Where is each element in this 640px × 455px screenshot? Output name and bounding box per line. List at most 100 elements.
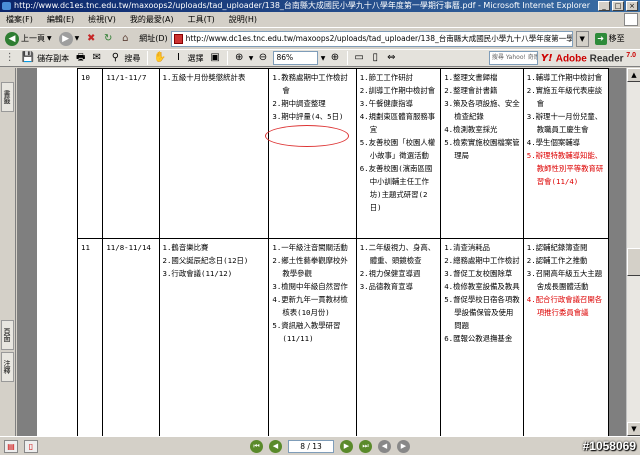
menu-tools[interactable]: 工具(T) — [188, 14, 215, 25]
refresh-icon[interactable]: ↻ — [101, 32, 115, 46]
menu-file[interactable]: 檔案(F) — [6, 14, 33, 25]
page-layout-icon[interactable]: ▤ — [4, 439, 18, 453]
academic-affairs-cell: 1.教務處期中工作檢討會 2.期中調查整理 3.期中評量(4、5日) — [268, 68, 357, 239]
menu-view[interactable]: 檢視(V) — [88, 14, 116, 25]
fit-width-icon[interactable]: ⇔ — [385, 51, 398, 65]
academic-affairs-cell: 1.一年級注音闖關活動 2.鄉土性藝拳觀摩校外教學參觀 3.檢閱中年級自然習作 … — [268, 238, 357, 436]
snapshot-icon[interactable]: ▣ — [209, 51, 222, 65]
hand-tool-icon[interactable]: ✋ — [153, 51, 166, 65]
general-services-cell: 1.清查消耗品 2.總務處期中工作檢討 3.督促工友校園除草 4.檢修教室設備及… — [440, 238, 524, 436]
close-button[interactable]: × — [626, 1, 638, 11]
zoom-input[interactable]: 86% — [272, 51, 318, 65]
back-label: 上一頁 — [21, 34, 45, 43]
scroll-up-icon[interactable]: ▲ — [627, 68, 640, 82]
windows-logo-icon — [624, 13, 638, 26]
zoom-out-icon[interactable]: ⊖ — [256, 51, 269, 65]
home-icon[interactable]: ⌂ — [118, 32, 132, 46]
list-item: 2.期中調查整理 — [272, 99, 326, 108]
zoom-tool-dropdown-icon[interactable]: ▼ — [249, 55, 254, 62]
print-icon[interactable]: 🖶 — [74, 51, 87, 65]
pdf-page: 10 11/1-11/7 1.五級十月份獎懲統計表 1.教務處期中工作檢討會 2… — [37, 68, 610, 436]
back-arrow-icon: ◀ — [5, 31, 19, 46]
next-view-icon[interactable]: ▶ — [397, 439, 410, 453]
counseling-cell: 1.輔導工作期中檢討會 2.實施五年級代表座談會 3.辦理十一月份兒童、教職員工… — [522, 68, 610, 239]
zoom-in-icon[interactable]: ⊕ — [328, 51, 341, 65]
list-item: 3.期中評量(4、5日) — [272, 112, 344, 121]
back-button[interactable]: ◀ 上一頁 ▼ — [3, 30, 54, 48]
menu-favorites[interactable]: 我的最愛(A) — [130, 14, 174, 25]
previous-view-icon[interactable]: ◀ — [378, 439, 391, 453]
list-item: 2.視力保健宣導週 — [359, 269, 421, 278]
first-page-icon[interactable]: ⏮ — [250, 439, 263, 453]
select-tool-button[interactable]: I 選擇 — [170, 50, 206, 66]
last-page-icon[interactable]: ⏭ — [359, 439, 372, 453]
list-item: 1.一年級注音闖關活動 — [272, 243, 348, 252]
previous-page-icon[interactable]: ◀ — [269, 439, 282, 453]
address-bar-input[interactable]: http://www.dc1es.tnc.edu.tw/maxoops2/upl… — [170, 30, 573, 47]
save-copy-label: 儲存副本 — [37, 53, 70, 63]
list-item: 5.督促學校日宿各項教學設備保管及使用問題 — [444, 295, 520, 330]
search-button[interactable]: ⚲ 搜尋 — [106, 50, 142, 66]
forward-button[interactable]: ▶ ▼ — [57, 30, 82, 48]
red-circle-annotation — [265, 125, 349, 147]
minimize-button[interactable]: _ — [598, 1, 610, 11]
zoom-tool-icon[interactable]: ⊕ — [233, 51, 246, 65]
adobe-reader-logo: Adobe Reader 7.0 — [556, 52, 636, 64]
toolbar-separator — [346, 51, 348, 65]
maximize-button[interactable]: □ — [612, 1, 624, 11]
next-page-icon[interactable]: ▶ — [340, 439, 353, 453]
vertical-scrollbar[interactable]: ▲ ▼ — [626, 68, 640, 436]
forward-dropdown-icon[interactable]: ▼ — [75, 35, 80, 42]
list-item: 6.匯報公教退撫基金 — [444, 334, 513, 343]
save-copy-button[interactable]: 💾 儲存副本 — [19, 50, 71, 66]
go-button[interactable]: ➜ 移至 — [594, 32, 625, 45]
bookmarks-tab[interactable]: 書籤 — [1, 82, 14, 112]
list-item: 1.教務處期中工作檢討會 — [272, 73, 348, 95]
back-dropdown-icon[interactable]: ▼ — [47, 35, 52, 42]
page-number-input[interactable]: 8 / 13 — [288, 439, 334, 453]
forward-arrow-icon: ▶ — [58, 31, 73, 46]
list-item: 4.更新九年一貫教材檢核表(10月份) — [272, 295, 348, 317]
comments-tab[interactable]: 注釋 — [1, 352, 14, 382]
go-arrow-icon: ➜ — [594, 32, 607, 45]
list-item: 5.友善校園「校園人權小故事」徵選活動 — [359, 138, 436, 160]
list-item: 2.整理會計書籍 — [444, 86, 498, 95]
list-item: 5.資訊融入教學研習(11/11) — [272, 321, 341, 343]
actual-size-icon[interactable]: ▭ — [353, 51, 366, 65]
table-row: 10 11/1-11/7 1.五級十月份獎懲統計表 1.教務處期中工作檢討會 2… — [76, 68, 610, 239]
week-number: 11 — [76, 238, 104, 436]
week-dates: 11/8-11/14 — [102, 238, 160, 436]
select-label: 選擇 — [187, 53, 204, 63]
zoom-dropdown-icon[interactable]: ▼ — [321, 55, 326, 62]
address-dropdown-icon[interactable]: ▼ — [575, 30, 589, 47]
general-services-cell: 1.整理文書歸檔 2.整理會計書籍 3.策及各項設施、安全檢查紀錄 4.檢測教室… — [440, 68, 524, 239]
toolbar-separator — [147, 51, 149, 65]
email-icon[interactable]: ✉ — [90, 51, 103, 65]
go-label: 移至 — [608, 34, 625, 43]
list-item: 1.五級十月份獎懲統計表 — [162, 73, 246, 82]
menu-edit[interactable]: 編輯(E) — [47, 14, 74, 25]
list-item: 3.辦理十一月份兒童、教職員工慶生會 — [526, 112, 603, 134]
list-item: 2.鄉土性藝拳觀摩校外教學參觀 — [272, 256, 348, 278]
pages-tab[interactable]: 頁面 — [1, 320, 14, 350]
menu-help[interactable]: 說明(H) — [229, 14, 257, 25]
scroll-thumb[interactable] — [627, 248, 640, 276]
adobe-toolbar: ⋮ 💾 儲存副本 🖶 ✉ ⚲ 搜尋 ✋ I 選擇 ▣ ⊕ ▼ ⊖ 86% ▼ ⊕… — [0, 49, 640, 67]
fit-page-icon[interactable]: ▯ — [369, 51, 382, 65]
yahoo-search-input[interactable]: 搜尋 Yahoo! 奇摩網路 — [488, 51, 538, 65]
list-item: 4.檢修教室設備及教具 — [444, 282, 520, 291]
list-item: 5.辦理特教輔導知能、教師性別平等教育研習會(11/4) — [526, 151, 604, 186]
yahoo-logo[interactable]: Y! — [541, 53, 553, 64]
list-item: 2.總務處期中工作檢討 — [444, 256, 520, 265]
single-page-icon[interactable]: ▯ — [24, 439, 38, 453]
list-item: 2.實施五年級代表座談會 — [526, 86, 603, 108]
list-item: 1.清查消耗品 — [444, 243, 491, 252]
document-viewport[interactable]: 10 11/1-11/7 1.五級十月份獎懲統計表 1.教務處期中工作檢討會 2… — [17, 68, 626, 436]
list-item: 3.午餐健康指導 — [359, 99, 413, 108]
list-item: 3.策及各項設施、安全檢查紀錄 — [444, 99, 520, 121]
image-id-watermark: #1058069 — [582, 439, 636, 453]
toolbar-separator — [226, 51, 228, 65]
stop-icon[interactable]: ✖ — [84, 32, 98, 46]
scroll-down-icon[interactable]: ▼ — [627, 422, 640, 436]
binoculars-icon: ⚲ — [111, 52, 120, 63]
